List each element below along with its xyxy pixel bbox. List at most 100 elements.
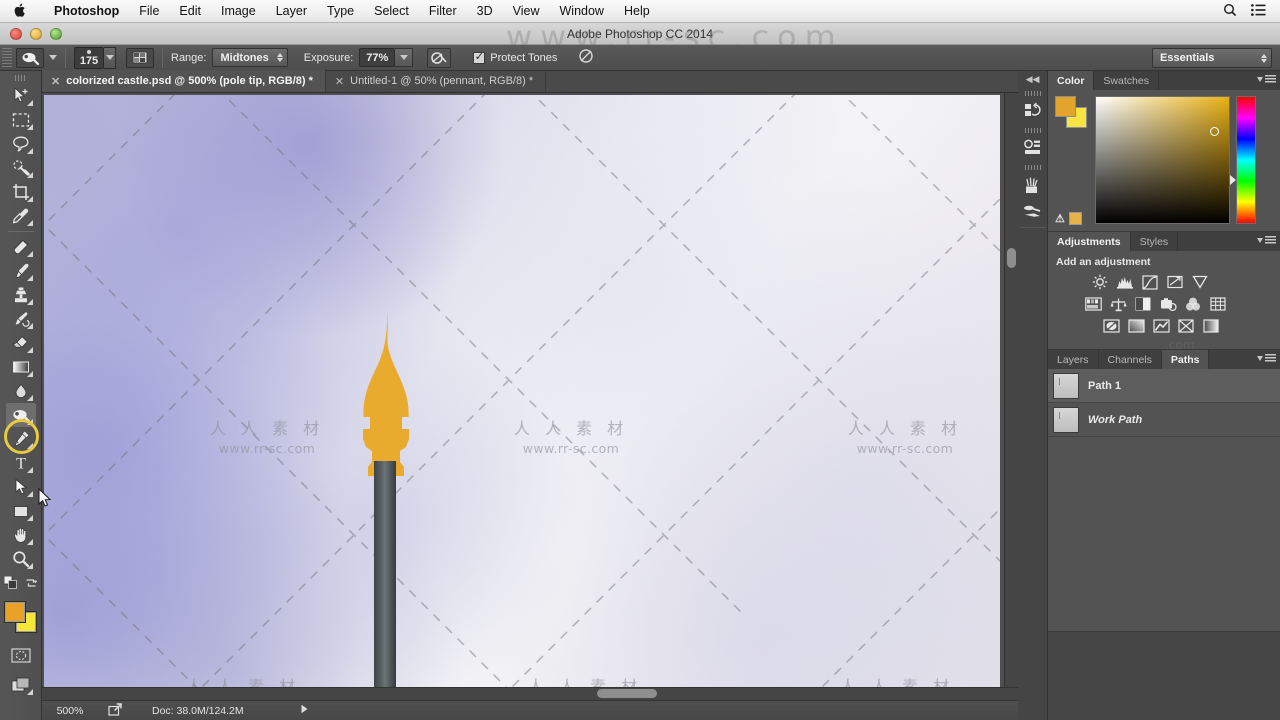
gamut-warning-icon[interactable]: ⚠ xyxy=(1055,212,1065,225)
dock-grip-2[interactable] xyxy=(1024,128,1041,133)
document-tab-2[interactable]: ✕ Untitled-1 @ 50% (pennant, RGB/8) * xyxy=(326,70,547,92)
canvas-area[interactable]: 人 人 素 材 www.rr-sc.com 人 人 素 材 www.rr-sc.… xyxy=(42,93,1018,700)
healing-brush-tool[interactable] xyxy=(6,235,36,259)
swap-colors-icon[interactable] xyxy=(25,576,38,594)
tool-preset-chevron-down-icon[interactable] xyxy=(49,55,57,60)
quick-mask-icon[interactable] xyxy=(6,643,36,667)
type-tool[interactable]: T xyxy=(6,451,36,475)
hue-slider[interactable] xyxy=(1230,96,1256,224)
brush-panel-icon[interactable] xyxy=(126,47,154,68)
share-icon[interactable] xyxy=(108,702,122,719)
dodge-tool-icon[interactable] xyxy=(16,47,44,68)
dock-grip-3[interactable] xyxy=(1024,165,1041,170)
close-tab-icon-2[interactable]: ✕ xyxy=(335,75,344,88)
workspace-selector[interactable]: Essentials xyxy=(1152,48,1272,68)
history-panel-icon[interactable] xyxy=(1020,98,1046,124)
menu-edit[interactable]: Edit xyxy=(169,0,211,23)
screen-mode-icon[interactable] xyxy=(6,673,36,697)
color-swatches[interactable] xyxy=(1055,96,1089,128)
color-picker-field[interactable] xyxy=(1095,96,1230,224)
threshold-icon[interactable] xyxy=(1152,318,1170,334)
lasso-tool[interactable] xyxy=(6,132,36,156)
photo-filter-icon[interactable] xyxy=(1159,296,1177,312)
pen-tool[interactable] xyxy=(6,427,36,451)
exposure-icon[interactable] xyxy=(1166,274,1184,290)
menu-window[interactable]: Window xyxy=(550,0,614,23)
brush-size-field[interactable]: 175 xyxy=(74,46,104,69)
blur-tool[interactable] xyxy=(6,379,36,403)
properties-panel-icon[interactable] xyxy=(1020,135,1046,161)
default-colors-icon[interactable] xyxy=(3,575,17,594)
color-picker-marker[interactable] xyxy=(1210,127,1219,136)
foreground-color-swatch[interactable] xyxy=(3,601,26,623)
brush-panel-icon[interactable] xyxy=(1020,172,1046,198)
hand-tool[interactable] xyxy=(6,523,36,547)
menu-type[interactable]: Type xyxy=(317,0,364,23)
canvas-vertical-scrollbar[interactable] xyxy=(1004,93,1018,700)
brush-tool[interactable] xyxy=(6,259,36,283)
horizontal-scroll-thumb[interactable] xyxy=(597,689,657,698)
menu-select[interactable]: Select xyxy=(364,0,419,23)
range-select[interactable]: Midtones xyxy=(212,48,288,67)
color-lookup-icon[interactable] xyxy=(1209,296,1227,312)
airbrush-icon[interactable] xyxy=(427,47,452,68)
menu-image[interactable]: Image xyxy=(211,0,266,23)
menu-layer[interactable]: Layer xyxy=(266,0,317,23)
channel-mixer-icon[interactable] xyxy=(1184,296,1202,312)
menu-help[interactable]: Help xyxy=(614,0,660,23)
brightness-contrast-icon[interactable] xyxy=(1091,274,1109,290)
selective-color-icon[interactable] xyxy=(1177,318,1195,334)
color-foreground-swatch[interactable] xyxy=(1055,96,1076,117)
collapse-panels-icon[interactable]: ◀◀ xyxy=(1018,71,1048,87)
vibrance-icon[interactable] xyxy=(1191,274,1209,290)
options-bar-grip[interactable] xyxy=(2,47,12,68)
path-item-1[interactable]: Path 1 xyxy=(1048,369,1280,403)
menu-filter[interactable]: Filter xyxy=(419,0,467,23)
more-arrow-icon[interactable] xyxy=(300,704,309,717)
web-color-icon[interactable] xyxy=(1068,212,1082,225)
tab-channels[interactable]: Channels xyxy=(1099,350,1162,369)
panel-menu-icon[interactable] xyxy=(1257,75,1276,84)
zoom-level-field[interactable]: 500% xyxy=(42,705,98,717)
dodge-tool[interactable] xyxy=(5,403,36,427)
tablet-pressure-icon[interactable] xyxy=(577,48,595,67)
toolbar-grip[interactable] xyxy=(14,75,27,81)
vertical-scroll-thumb[interactable] xyxy=(1007,248,1016,268)
path-item-2[interactable]: Work Path xyxy=(1048,403,1280,437)
menu-view[interactable]: View xyxy=(503,0,550,23)
quick-selection-tool[interactable] xyxy=(6,156,36,180)
exposure-dropdown-icon[interactable] xyxy=(395,48,414,67)
curves-icon[interactable] xyxy=(1141,274,1159,290)
tab-adjustments[interactable]: Adjustments xyxy=(1048,232,1131,251)
document-tab-active[interactable]: ✕ colorized castle.psd @ 500% (pole tip,… xyxy=(42,70,326,92)
crop-tool[interactable] xyxy=(6,180,36,204)
invert-icon[interactable] xyxy=(1102,318,1120,334)
close-tab-icon[interactable]: ✕ xyxy=(51,75,60,88)
brush-presets-panel-icon[interactable] xyxy=(1020,198,1046,224)
image-canvas[interactable]: 人 人 素 材 www.rr-sc.com 人 人 素 材 www.rr-sc.… xyxy=(44,95,1000,700)
panel-menu-icon-3[interactable] xyxy=(1257,354,1276,363)
black-white-icon[interactable] xyxy=(1134,296,1152,312)
rectangle-tool[interactable] xyxy=(6,499,36,523)
path-selection-tool[interactable] xyxy=(6,475,36,499)
tab-layers[interactable]: Layers xyxy=(1048,350,1099,369)
levels-icon[interactable] xyxy=(1116,274,1134,290)
panel-menu-icon-2[interactable] xyxy=(1257,236,1276,245)
menu-3d[interactable]: 3D xyxy=(467,0,503,23)
dock-grip-1[interactable] xyxy=(1024,91,1041,96)
history-brush-tool[interactable] xyxy=(6,307,36,331)
brush-preset-picker[interactable] xyxy=(104,46,116,69)
list-icon[interactable] xyxy=(1251,4,1266,19)
apple-logo-icon[interactable] xyxy=(12,2,28,19)
eyedropper-tool[interactable] xyxy=(6,204,36,228)
posterize-icon[interactable] xyxy=(1127,318,1145,334)
tab-color[interactable]: Color xyxy=(1048,71,1095,90)
tab-styles[interactable]: Styles xyxy=(1131,232,1179,251)
foreground-background-swatches[interactable] xyxy=(3,601,38,633)
canvas-horizontal-scrollbar[interactable] xyxy=(42,687,1018,700)
color-balance-icon[interactable] xyxy=(1109,296,1127,312)
exposure-field[interactable]: 77% xyxy=(359,48,396,67)
menu-file[interactable]: File xyxy=(129,0,169,23)
hue-saturation-icon[interactable] xyxy=(1084,296,1102,312)
move-tool[interactable] xyxy=(6,84,36,108)
